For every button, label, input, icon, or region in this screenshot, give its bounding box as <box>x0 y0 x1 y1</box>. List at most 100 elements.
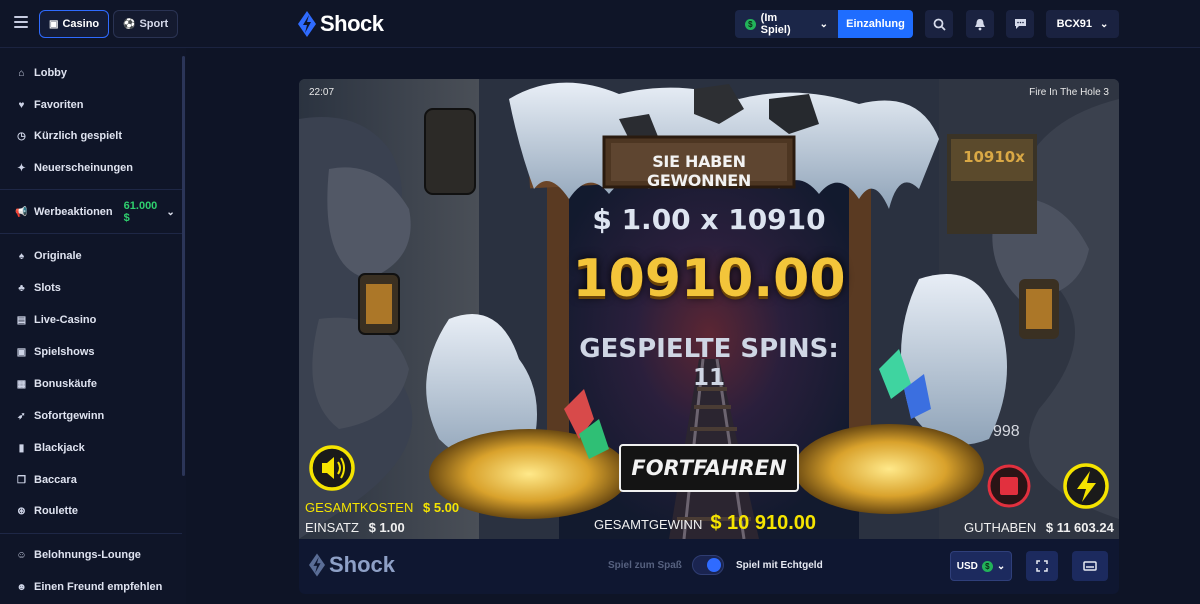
rocket-icon: ➶ <box>17 410 26 422</box>
sidebar-item-favorites[interactable]: ♥ Favoriten <box>16 97 84 113</box>
multiplier-sign: 10910x <box>963 148 1025 166</box>
spins-value: 11 <box>692 365 725 391</box>
sport-icon: ⚽ <box>123 18 136 30</box>
sidebar-item-instant-win[interactable]: ➶ Sofortgewinn <box>16 408 104 424</box>
sidebar-item-lobby[interactable]: ⌂ Lobby <box>16 65 67 81</box>
deposit-button[interactable]: Einzahlung <box>838 10 913 38</box>
sidebar-item-label: Kürzlich gespielt <box>34 130 123 142</box>
menu-icon[interactable] <box>14 16 28 28</box>
sidebar-item-slots[interactable]: ♣ Slots <box>16 280 61 296</box>
currency-label: USD <box>956 560 978 572</box>
top-bar: ▣ Casino ⚽ Sport Shock $ (Im Spiel) ⌄ Ei… <box>0 0 1200 48</box>
sidebar-item-baccarat[interactable]: ❐ Baccara <box>16 472 77 488</box>
total-win-label: GESAMTGEWINN <box>594 517 703 532</box>
fullscreen-icon <box>1036 560 1048 572</box>
sparkle-icon: ✦ <box>17 162 26 174</box>
sport-tab[interactable]: ⚽ Sport <box>113 10 179 38</box>
chat-icon <box>1014 19 1026 29</box>
sidebar-item-label: Sofortgewinn <box>34 410 105 422</box>
spins-label: GESPIELTE SPINS: <box>579 334 839 364</box>
footer-brand-logo: Shock <box>309 552 395 578</box>
autoplay-counter: 998 <box>993 423 1020 440</box>
theater-icon <box>1083 561 1097 571</box>
total-cost-row: GESAMTKOSTEN $ 5.00 <box>305 500 459 515</box>
brand-logo[interactable]: Shock <box>298 11 384 37</box>
sidebar-item-label: Werbeaktionen <box>34 206 113 218</box>
sidebar-item-label: Lobby <box>34 67 67 79</box>
sidebar-item-roulette[interactable]: ⊛ Roulette <box>16 503 78 519</box>
real-money-toggle[interactable] <box>692 555 724 575</box>
balance-value: $ 11 603.24 <box>1045 520 1114 535</box>
chevron-down-icon: ⌄ <box>996 560 1006 572</box>
sound-button[interactable] <box>311 447 353 489</box>
total-cost-label: GESAMTKOSTEN <box>305 500 414 515</box>
search-icon <box>933 18 946 31</box>
game-clock: 22:07 <box>309 87 335 98</box>
balance-dropdown[interactable]: $ (Im Spiel) ⌄ <box>735 10 838 38</box>
balance-label: (Im Spiel) <box>760 12 791 36</box>
sidebar-item-label: Slots <box>34 282 61 294</box>
bolt-logo-icon <box>309 553 325 577</box>
dollar-coin-icon: $ <box>981 560 993 572</box>
sidebar-item-recent[interactable]: ◷ Kürzlich gespielt <box>16 128 122 144</box>
bet-row: EINSATZ $ 1.00 <box>305 520 405 535</box>
sidebar-item-gameshows[interactable]: ▣ Spielshows <box>16 344 95 360</box>
sidebar-item-label: Bonuskäufe <box>34 378 97 390</box>
home-icon: ⌂ <box>18 67 25 79</box>
heart-icon: ♥ <box>18 99 25 111</box>
bet-label: EINSATZ <box>305 520 359 535</box>
cards-icon: ❐ <box>17 474 26 486</box>
dollar-coin-icon: $ <box>745 18 756 30</box>
sidebar-item-label: Einen Freund empfehlen <box>34 581 163 593</box>
friends-icon: ☻ <box>16 581 27 593</box>
continue-button[interactable]: FORTFAHREN <box>620 445 798 491</box>
promo-value: 61.000 $ <box>123 200 158 224</box>
chevron-down-icon: ⌄ <box>1100 18 1109 30</box>
bet-formula: $ 1.00 x 10910 <box>592 203 826 236</box>
sidebar-item-blackjack[interactable]: ▮ Blackjack <box>16 440 85 456</box>
casino-tab[interactable]: ▣ Casino <box>39 10 110 38</box>
search-button[interactable] <box>925 10 953 38</box>
sidebar-item-new[interactable]: ✦ Neuerscheinungen <box>16 160 133 176</box>
fullscreen-button[interactable] <box>1026 551 1058 581</box>
sidebar-item-promotions[interactable]: 📢 Werbeaktionen 61.000 $ ⌄ <box>15 200 174 224</box>
username: BCX91 <box>1056 18 1093 30</box>
sidebar-scrollbar[interactable] <box>182 56 185 476</box>
sidebar-item-label: Live-Casino <box>34 314 97 326</box>
sidebar-item-bonus-buys[interactable]: ▦ Bonuskäufe <box>16 376 97 392</box>
sidebar-item-rewards-lounge[interactable]: ☺ Belohnungs-Lounge <box>16 547 141 563</box>
spade-icon: ♠ <box>18 250 25 262</box>
chevron-down-icon: ⌄ <box>819 18 828 30</box>
sidebar-item-originals[interactable]: ♠ Originale <box>16 248 82 264</box>
sidebar-item-label: Blackjack <box>34 442 85 454</box>
game-frame[interactable]: 22:07 Fire In The Hole 3 10910x SIE HABE… <box>299 79 1119 539</box>
tv-icon: ▣ <box>16 346 27 358</box>
bolt-logo-icon <box>298 11 316 37</box>
person-icon: ☺ <box>16 549 27 561</box>
stop-button[interactable] <box>988 465 1030 507</box>
notifications-button[interactable] <box>966 10 994 38</box>
sidebar-item-label: Baccara <box>34 474 77 486</box>
roulette-icon: ⊛ <box>17 505 26 517</box>
balance-label: GUTHABEN <box>964 520 1037 535</box>
sidebar-item-label: Neuerscheinungen <box>34 162 134 174</box>
currency-select[interactable]: USD $ ⌄ <box>950 551 1012 581</box>
sidebar-item-live-casino[interactable]: ▤ Live-Casino <box>16 312 97 328</box>
turbo-button[interactable] <box>1065 465 1107 507</box>
real-mode-label: Spiel mit Echtgeld <box>736 560 823 571</box>
demo-mode-label: Spiel zum Spaß <box>608 560 682 571</box>
sidebar-item-refer-friend[interactable]: ☻ Einen Freund empfehlen <box>16 579 162 595</box>
sidebar-item-label: Roulette <box>34 505 78 517</box>
total-win-row: GESAMTGEWINN $ 10 910.00 <box>594 512 816 535</box>
chat-button[interactable] <box>1006 10 1034 38</box>
balance-row: GUTHABEN $ 11 603.24 <box>964 520 1114 535</box>
user-menu[interactable]: BCX91 ⌄ <box>1046 10 1119 38</box>
theater-mode-button[interactable] <box>1072 551 1108 581</box>
casino-icon: ▣ <box>49 18 59 30</box>
sport-tab-label: Sport <box>139 18 169 30</box>
sidebar-item-label: Favoriten <box>34 99 84 111</box>
bell-icon <box>975 18 985 30</box>
sidebar-item-label: Belohnungs-Lounge <box>34 549 141 561</box>
footer-brand-name: Shock <box>329 552 396 577</box>
toggle-knob <box>707 558 721 572</box>
